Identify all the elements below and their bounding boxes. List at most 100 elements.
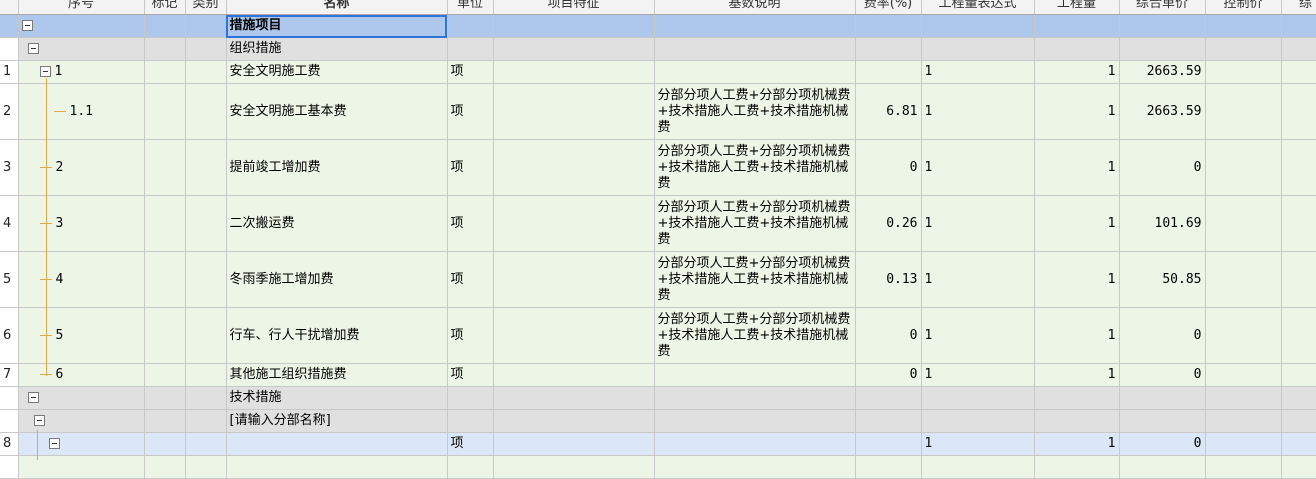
total-cell[interactable] [1281,37,1316,61]
name-cell[interactable]: 提前竣工增加费 [226,139,448,196]
code-cell[interactable] [18,386,145,410]
total-cell[interactable] [1281,307,1316,364]
control-price-cell[interactable] [1205,251,1282,308]
category-cell[interactable] [185,251,227,308]
control-price-cell[interactable] [1205,37,1282,61]
rate-cell[interactable]: 0 [855,363,922,387]
total-cell[interactable] [1281,432,1316,456]
table-row[interactable]: 4 3 二次搬运费 项 分部分项人工费+分部分项机械费+技术措施人工费+技术措施… [0,195,1316,252]
features-cell[interactable] [493,363,655,387]
unit-cell[interactable] [447,386,494,410]
mark-cell[interactable] [144,83,186,140]
col-header-mark[interactable]: 标记 [144,0,186,15]
category-cell[interactable] [185,14,227,38]
unit-price-cell[interactable]: 0 [1119,307,1206,364]
rate-cell[interactable] [855,14,922,38]
basis-cell[interactable] [654,386,856,410]
rate-cell[interactable] [855,432,922,456]
code-cell[interactable]: 4 [18,251,145,308]
collapse-icon[interactable] [33,415,45,426]
table-row[interactable]: 7 6 其他施工组织措施费 项 0 1 1 0 [0,363,1316,387]
mark-cell[interactable] [144,139,186,196]
table-row[interactable]: 措施项目 [0,14,1316,38]
unit-price-cell[interactable]: 2663.59 [1119,83,1206,140]
code-cell[interactable]: 6 [18,363,145,387]
category-cell[interactable] [185,83,227,140]
table-row[interactable]: 8 项 1 1 0 [0,432,1316,456]
col-header-unit[interactable]: 单位 [447,0,494,15]
name-cell[interactable] [226,432,448,456]
name-cell[interactable]: 组织措施 [226,37,448,61]
category-cell[interactable] [185,432,227,456]
table-row[interactable]: [请输入分部名称] [0,409,1316,433]
name-cell[interactable]: 行车、行人干扰增加费 [226,307,448,364]
total-cell[interactable] [1281,14,1316,38]
col-header-unit-price[interactable]: 综合单价 [1119,0,1206,15]
unit-price-cell[interactable]: 0 [1119,139,1206,196]
control-price-cell[interactable] [1205,14,1282,38]
code-cell[interactable]: 1 [18,60,145,84]
col-header-control-price[interactable]: 控制价 [1205,0,1282,15]
unit-cell[interactable]: 项 [447,363,494,387]
qty-expr-cell[interactable]: 1 [921,139,1035,196]
unit-cell[interactable] [447,409,494,433]
unit-price-cell[interactable]: 0 [1119,432,1206,456]
unit-price-cell[interactable] [1119,14,1206,38]
qty-expr-cell[interactable] [921,37,1035,61]
unit-cell[interactable] [447,14,494,38]
features-cell[interactable] [493,251,655,308]
basis-cell[interactable] [654,409,856,433]
mark-cell[interactable] [144,37,186,61]
total-cell[interactable] [1281,409,1316,433]
col-header-category[interactable]: 类别 [185,0,227,15]
code-cell[interactable]: 5 [18,307,145,364]
features-cell[interactable] [493,409,655,433]
code-cell[interactable] [18,14,145,38]
collapse-icon[interactable] [27,392,39,403]
table-row[interactable]: 5 4 冬雨季施工增加费 项 分部分项人工费+分部分项机械费+技术措施人工费+技… [0,251,1316,308]
control-price-cell[interactable] [1205,363,1282,387]
basis-cell[interactable] [654,37,856,61]
control-price-cell[interactable] [1205,432,1282,456]
features-cell[interactable] [493,14,655,38]
qty-expr-cell[interactable] [921,14,1035,38]
unit-cell[interactable]: 项 [447,432,494,456]
mark-cell[interactable] [144,14,186,38]
category-cell[interactable] [185,363,227,387]
unit-cell[interactable] [447,37,494,61]
collapse-icon[interactable] [39,66,51,77]
qty-expr-cell[interactable] [921,386,1035,410]
basis-cell[interactable] [654,432,856,456]
unit-cell[interactable]: 项 [447,251,494,308]
table-row[interactable]: 6 5 行车、行人干扰增加费 项 分部分项人工费+分部分项机械费+技术措施人工费… [0,307,1316,364]
table-row[interactable]: 3 2 提前竣工增加费 项 分部分项人工费+分部分项机械费+技术措施人工费+技术… [0,139,1316,196]
qty-cell[interactable] [1034,409,1120,433]
control-price-cell[interactable] [1205,60,1282,84]
code-cell[interactable]: 1.1 [18,83,145,140]
qty-cell[interactable]: 1 [1034,363,1120,387]
col-header-rate[interactable]: 费率(%) [855,0,922,15]
unit-cell[interactable]: 项 [447,83,494,140]
control-price-cell[interactable] [1205,139,1282,196]
basis-cell[interactable]: 分部分项人工费+分部分项机械费+技术措施人工费+技术措施机械费 [654,139,856,196]
qty-cell[interactable]: 1 [1034,432,1120,456]
category-cell[interactable] [185,307,227,364]
qty-cell[interactable] [1034,37,1120,61]
features-cell[interactable] [493,432,655,456]
rate-cell[interactable] [855,386,922,410]
collapse-icon[interactable] [21,20,33,31]
total-cell[interactable] [1281,139,1316,196]
rate-cell[interactable]: 6.81 [855,83,922,140]
control-price-cell[interactable] [1205,386,1282,410]
table-row[interactable]: 技术措施 [0,386,1316,410]
basis-cell[interactable]: 分部分项人工费+分部分项机械费+技术措施人工费+技术措施机械费 [654,83,856,140]
category-cell[interactable] [185,409,227,433]
col-header-name[interactable]: 名称 [226,0,448,15]
control-price-cell[interactable] [1205,307,1282,364]
col-header-code[interactable]: 序号 [18,0,145,15]
name-cell[interactable]: [请输入分部名称] [226,409,448,433]
unit-price-cell[interactable]: 50.85 [1119,251,1206,308]
total-cell[interactable] [1281,60,1316,84]
qty-cell[interactable]: 1 [1034,60,1120,84]
total-cell[interactable] [1281,195,1316,252]
